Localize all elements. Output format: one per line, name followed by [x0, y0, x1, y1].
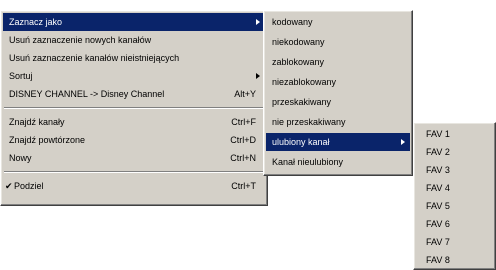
menu-item-label: Kanał nieulubiony — [272, 157, 344, 167]
menu-item-usun-zaznaczenie-nieistniejacych[interactable]: Usuń zaznaczenie kanałów nieistniejących — [3, 49, 265, 67]
submenu-item-przeskakiwany[interactable]: przeskakiwany — [266, 93, 410, 111]
fav-item-8[interactable]: FAV 8 — [416, 251, 493, 269]
shortcut-label: Ctrl+F — [231, 117, 256, 127]
shortcut-label: Ctrl+T — [231, 181, 256, 191]
menu-separator — [4, 171, 264, 173]
menu-item-label: niezablokowany — [272, 77, 337, 87]
submenu-item-niezablokowany[interactable]: niezablokowany — [266, 73, 410, 91]
submenu-item-niekodowany[interactable]: niekodowany — [266, 33, 410, 51]
menu-item-label: FAV 4 — [426, 183, 450, 193]
menu-item-label: Usuń zaznaczenie kanałów nieistniejących — [9, 53, 180, 63]
menu-item-label: FAV 3 — [426, 165, 450, 175]
fav-item-7[interactable]: FAV 7 — [416, 233, 493, 251]
submenu-zaznacz-jako: kodowany niekodowany zablokowany niezabl… — [263, 10, 413, 176]
menu-item-label: Sortuj — [9, 71, 33, 81]
menu-item-znajdz-powtorzone[interactable]: Znajdź powtórzone Ctrl+D — [3, 131, 265, 149]
menu-item-label: Znajdź kanały — [9, 117, 65, 127]
menu-item-label: Znajdź powtórzone — [9, 135, 86, 145]
submenu-arrow-icon — [401, 139, 405, 145]
menu-item-label: nie przeskakiwany — [272, 117, 346, 127]
fav-item-4[interactable]: FAV 4 — [416, 179, 493, 197]
menu-item-usun-zaznaczenie-nowych[interactable]: Usuń zaznaczenie nowych kanałów — [3, 31, 265, 49]
menu-item-label: niekodowany — [272, 37, 325, 47]
submenu-arrow-icon — [256, 73, 260, 79]
menu-item-sortuj[interactable]: Sortuj — [3, 67, 265, 85]
checkmark-icon: ✔ — [5, 181, 13, 191]
submenu-favourites: FAV 1 FAV 2 FAV 3 FAV 4 FAV 5 FAV 6 FAV … — [413, 122, 496, 270]
submenu-item-nie-przeskakiwany[interactable]: nie przeskakiwany — [266, 113, 410, 131]
menu-item-label: Nowy — [9, 153, 32, 163]
menu-item-label: Usuń zaznaczenie nowych kanałów — [9, 35, 152, 45]
submenu-item-zablokowany[interactable]: zablokowany — [266, 53, 410, 71]
menu-item-label: przeskakiwany — [272, 97, 332, 107]
menu-item-label: FAV 1 — [426, 129, 450, 139]
submenu-item-kanal-nieulubiony[interactable]: Kanał nieulubiony — [266, 153, 410, 171]
fav-item-5[interactable]: FAV 5 — [416, 197, 493, 215]
submenu-arrow-icon — [256, 19, 260, 25]
menu-separator — [4, 107, 264, 109]
menu-item-znajdz-kanaly[interactable]: Znajdź kanały Ctrl+F — [3, 113, 265, 131]
menu-item-label: ulubiony kanał — [272, 137, 330, 147]
submenu-item-kodowany[interactable]: kodowany — [266, 13, 410, 31]
menu-item-label: FAV 7 — [426, 237, 450, 247]
context-menu: Zaznacz jako Usuń zaznaczenie nowych kan… — [0, 10, 268, 206]
menu-item-label: FAV 6 — [426, 219, 450, 229]
fav-item-6[interactable]: FAV 6 — [416, 215, 493, 233]
menu-item-nowy[interactable]: Nowy Ctrl+N — [3, 149, 265, 167]
menu-item-label: FAV 8 — [426, 255, 450, 265]
fav-item-3[interactable]: FAV 3 — [416, 161, 493, 179]
menu-item-label: DISNEY CHANNEL -> Disney Channel — [9, 89, 165, 99]
menu-item-disney-rename[interactable]: DISNEY CHANNEL -> Disney Channel Alt+Y — [3, 85, 265, 103]
menu-item-label: Podziel — [14, 181, 44, 191]
menu-item-label: FAV 2 — [426, 147, 450, 157]
submenu-item-ulubiony-kanal[interactable]: ulubiony kanał — [266, 133, 410, 151]
menu-item-zaznacz-jako[interactable]: Zaznacz jako — [3, 13, 265, 31]
menu-item-label: zablokowany — [272, 57, 325, 67]
menu-item-podziel[interactable]: ✔ Podziel Ctrl+T — [3, 177, 265, 195]
shortcut-label: Alt+Y — [234, 89, 256, 99]
fav-item-1[interactable]: FAV 1 — [416, 125, 493, 143]
menu-item-label: FAV 5 — [426, 201, 450, 211]
shortcut-label: Ctrl+D — [230, 135, 256, 145]
fav-item-2[interactable]: FAV 2 — [416, 143, 493, 161]
menu-item-label: kodowany — [272, 17, 313, 27]
menu-item-label: Zaznacz jako — [9, 17, 63, 27]
shortcut-label: Ctrl+N — [230, 153, 256, 163]
